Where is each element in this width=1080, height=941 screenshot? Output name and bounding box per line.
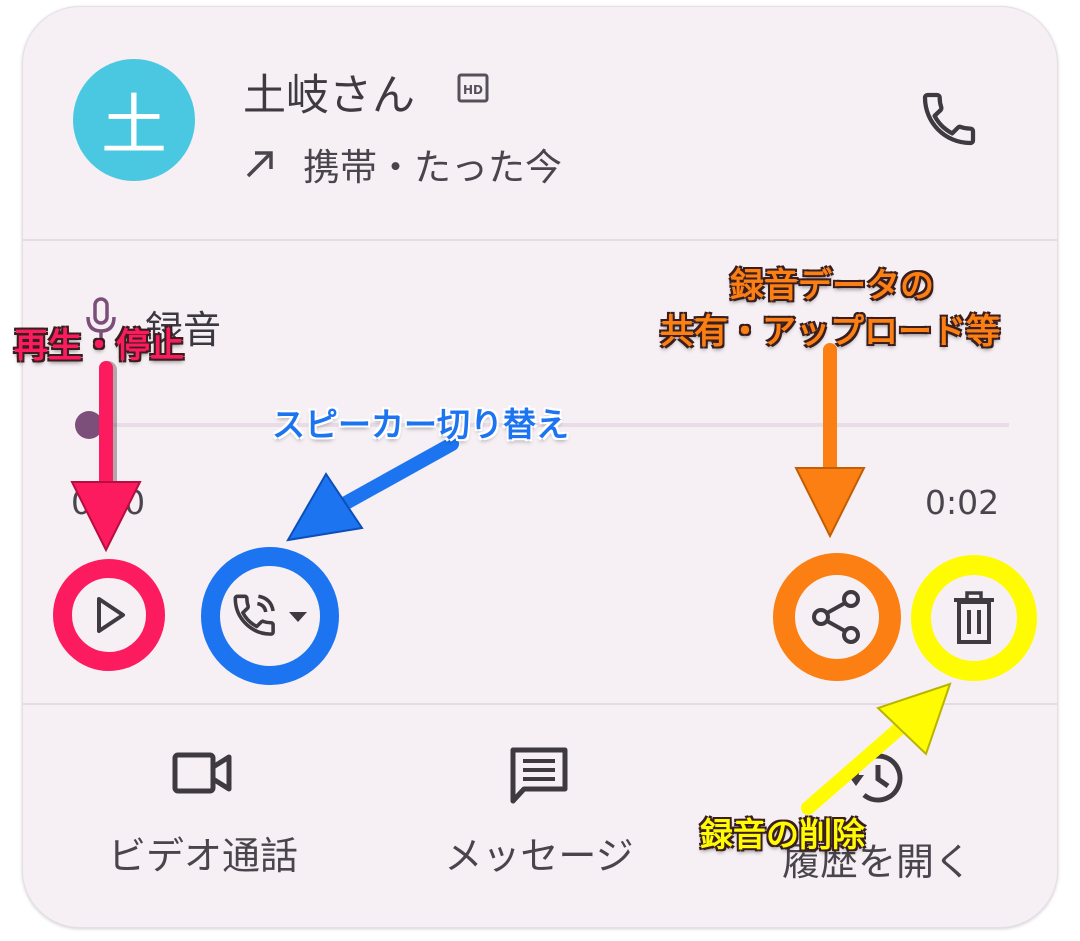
- divider-bottom: [23, 703, 1057, 705]
- video-call-button[interactable]: ビデオ通話: [83, 747, 323, 880]
- phone-icon: [922, 92, 976, 146]
- message-label: メッセージ: [444, 834, 634, 878]
- message-icon: [510, 747, 568, 804]
- call-button[interactable]: [917, 87, 981, 151]
- call-detail-row: 携帯・たった今: [243, 137, 562, 191]
- history-icon: [848, 753, 903, 803]
- annotation-share-line2: 共有・アップロード等: [660, 312, 1000, 352]
- share-button[interactable]: [773, 553, 901, 681]
- play-button[interactable]: [53, 559, 165, 671]
- divider-top: [23, 239, 1057, 241]
- avatar-letter: 土: [101, 87, 167, 164]
- outgoing-arrow-icon: [246, 151, 273, 178]
- message-button[interactable]: メッセージ: [419, 745, 659, 880]
- hd-badge-icon: HD: [457, 73, 489, 103]
- time-end: 0:02: [925, 483, 1000, 522]
- playback-slider-thumb[interactable]: [75, 411, 103, 439]
- delete-button[interactable]: [911, 555, 1037, 681]
- share-icon: [812, 590, 860, 644]
- speaker-phone-dropdown-icon: [233, 594, 307, 636]
- video-call-label: ビデオ通話: [107, 834, 298, 878]
- call-log-card: 土 土岐さん HD 携帯・たった今 録音 0:00 0:02 ビデオ通話 メッセ…: [22, 6, 1058, 928]
- call-detail-text: 携帯・たった今: [303, 146, 562, 189]
- time-start: 0:00: [71, 483, 146, 522]
- video-camera-icon: [172, 752, 232, 794]
- annotation-delete: 録音の削除: [700, 815, 865, 854]
- play-icon: [97, 597, 125, 633]
- annotation-speaker-switch: スピーカー切り替え: [272, 405, 569, 444]
- contact-avatar[interactable]: 土: [73, 59, 195, 181]
- speaker-switch-button[interactable]: [201, 547, 339, 685]
- annotation-play-stop: 再生・停止: [14, 326, 184, 366]
- contact-name: 土岐さん: [243, 71, 415, 121]
- annotation-share-line1: 録音データの: [730, 266, 934, 306]
- trash-icon: [954, 591, 994, 644]
- svg-text:HD: HD: [463, 83, 483, 97]
